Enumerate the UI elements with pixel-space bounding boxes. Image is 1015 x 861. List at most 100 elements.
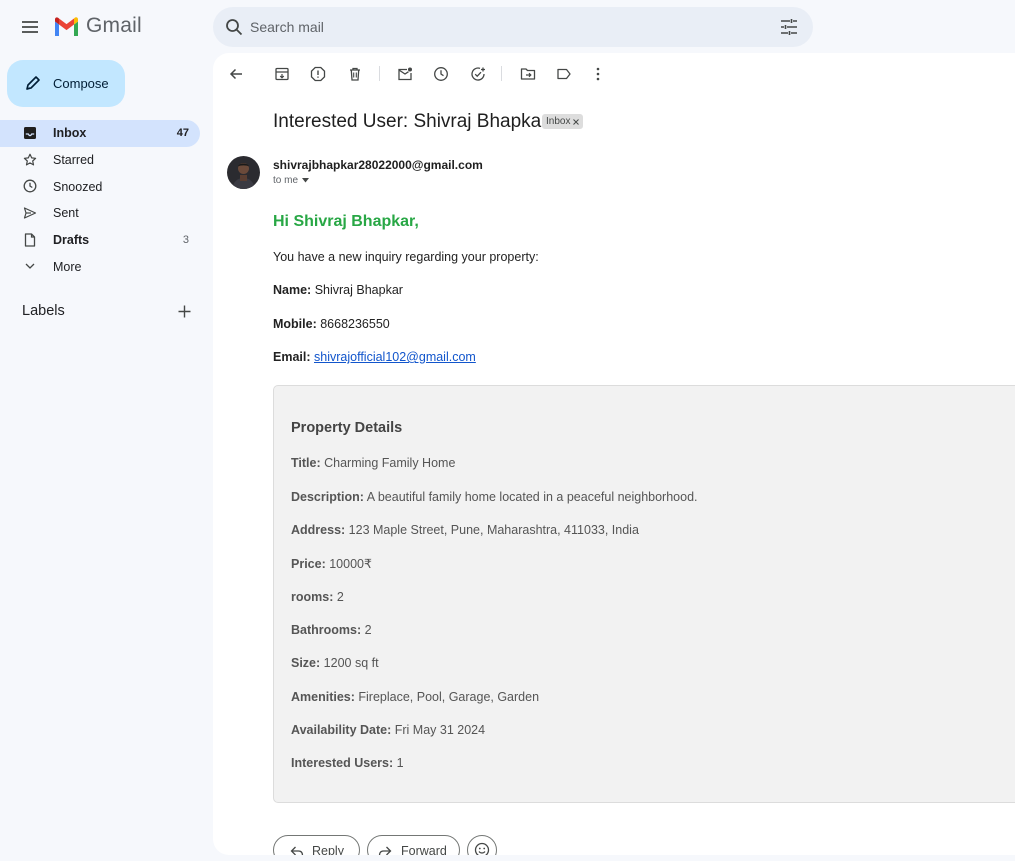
detail-value: 123 Maple Street, Pune, Maharashtra, 411… xyxy=(345,523,639,537)
sidebar-item-label: More xyxy=(53,259,82,274)
inbox-label-chip[interactable]: Inbox xyxy=(542,114,584,129)
detail-value: A beautiful family home located in a pea… xyxy=(363,490,698,504)
detail-label: Interested Users: xyxy=(291,756,394,770)
email-subject: Interested User: Shivraj Bhapkar xyxy=(273,111,548,132)
detail-row-availability: Availability Date: Fri May 31 2024 xyxy=(291,723,485,737)
labels-heading: Labels xyxy=(22,303,65,319)
search-bar[interactable] xyxy=(213,7,813,47)
name-value: Shivraj Bhapkar xyxy=(311,283,403,297)
detail-row-rooms: rooms: 2 xyxy=(291,590,344,604)
detail-label: Availability Date: xyxy=(291,723,392,737)
search-icon[interactable] xyxy=(225,18,243,36)
delete-icon[interactable] xyxy=(347,66,363,82)
reply-button[interactable]: Reply xyxy=(273,835,360,855)
intro-text: You have a new inquiry regarding your pr… xyxy=(273,250,539,264)
archive-icon[interactable] xyxy=(274,66,290,82)
sidebar-item-more[interactable]: More xyxy=(0,253,200,280)
pencil-icon xyxy=(26,76,40,90)
detail-value: 10000₹ xyxy=(325,557,372,571)
recipient-details[interactable]: to me xyxy=(273,175,310,186)
reply-label: Reply xyxy=(312,844,344,855)
sidebar-item-label: Inbox xyxy=(53,126,87,141)
draft-count: 3 xyxy=(182,234,189,247)
gmail-m-icon xyxy=(55,17,78,36)
back-arrow-icon[interactable] xyxy=(228,66,244,82)
sidebar-nav: Inbox 47 Starred Snoozed Sent Drafts 3 M… xyxy=(0,120,200,280)
detail-value: 2 xyxy=(361,623,372,637)
mark-unread-icon[interactable] xyxy=(397,66,413,82)
sidebar-item-label: Sent xyxy=(53,206,79,221)
sidebar-item-starred[interactable]: Starred xyxy=(0,147,200,174)
sender-avatar[interactable] xyxy=(227,156,260,189)
emoji-reaction-button[interactable] xyxy=(467,835,497,855)
gmail-logo[interactable]: Gmail xyxy=(53,14,142,38)
detail-value: 2 xyxy=(333,590,344,604)
toolbar-divider xyxy=(501,66,502,81)
reading-pane: Interested User: Shivraj Bhapkar Inbox s… xyxy=(213,53,1015,855)
compose-button[interactable]: Compose xyxy=(7,60,125,107)
sidebar-item-drafts[interactable]: Drafts 3 xyxy=(0,227,200,254)
search-options-icon[interactable] xyxy=(780,18,798,36)
inbox-chip-label: Inbox xyxy=(546,116,571,127)
star-icon xyxy=(23,153,37,166)
sidebar-item-snoozed[interactable]: Snoozed xyxy=(0,173,200,200)
sidebar-item-label: Drafts xyxy=(53,233,90,248)
email-line: Email: shivrajofficial102@gmail.com xyxy=(273,350,476,364)
detail-row-description: Description: A beautiful family home loc… xyxy=(291,490,698,504)
gmail-logo-text: Gmail xyxy=(86,14,142,37)
main-menu-icon[interactable] xyxy=(20,17,40,37)
move-to-icon[interactable] xyxy=(520,66,536,82)
add-label-icon[interactable] xyxy=(178,305,191,318)
more-vert-icon[interactable] xyxy=(590,66,606,82)
snooze-icon[interactable] xyxy=(433,66,449,82)
forward-icon xyxy=(378,846,392,855)
emoji-icon xyxy=(474,842,490,855)
compose-label: Compose xyxy=(53,76,109,91)
detail-label: rooms: xyxy=(291,590,334,604)
email-link[interactable]: shivrajofficial102@gmail.com xyxy=(314,350,476,364)
detail-label: Amenities: xyxy=(291,690,355,704)
forward-label: Forward xyxy=(401,844,447,855)
chevron-down-icon xyxy=(25,263,35,270)
detail-row-title: Title: Charming Family Home xyxy=(291,456,455,470)
sidebar-item-sent[interactable]: Sent xyxy=(0,200,200,227)
sender-email: shivrajbhapkar28022000@gmail.com xyxy=(273,158,483,172)
detail-label: Bathrooms: xyxy=(291,623,362,637)
detail-label: Address: xyxy=(291,523,346,537)
detail-value: Fri May 31 2024 xyxy=(391,723,486,737)
detail-label: Title: xyxy=(291,456,321,470)
detail-label: Price: xyxy=(291,557,326,571)
sidebar-item-label: Starred xyxy=(53,153,94,168)
detail-value: 1 xyxy=(393,756,404,770)
label-icon[interactable] xyxy=(556,66,572,82)
draft-icon xyxy=(24,233,36,247)
property-details-box: Property Details Title: Charming Family … xyxy=(273,385,1015,803)
sidebar-item-label: Snoozed xyxy=(53,179,103,194)
add-to-tasks-icon[interactable] xyxy=(470,66,486,82)
sidebar-item-inbox[interactable]: Inbox 47 xyxy=(0,120,200,147)
detail-row-address: Address: 123 Maple Street, Pune, Maharas… xyxy=(291,523,639,537)
search-input[interactable] xyxy=(250,7,770,47)
detail-row-size: Size: 1200 sq ft xyxy=(291,656,379,670)
detail-label: Size: xyxy=(291,656,321,670)
detail-row-amenities: Amenities: Fireplace, Pool, Garage, Gard… xyxy=(291,690,539,704)
detail-row-price: Price: 10000₹ xyxy=(291,556,372,571)
caret-down-icon xyxy=(302,178,310,183)
inbox-icon xyxy=(24,127,36,139)
name-line: Name: Shivraj Bhapkar xyxy=(273,283,403,297)
detail-value: 1200 sq ft xyxy=(320,656,379,670)
forward-button[interactable]: Forward xyxy=(367,835,460,855)
unread-count: 47 xyxy=(176,127,189,140)
mobile-label: Mobile: xyxy=(273,317,317,331)
email-label: Email: xyxy=(273,350,311,364)
detail-row-interested-users: Interested Users: 1 xyxy=(291,756,404,770)
detail-value: Charming Family Home xyxy=(320,456,456,470)
report-spam-icon[interactable] xyxy=(310,66,326,82)
send-icon xyxy=(23,207,37,219)
reply-icon xyxy=(290,846,304,855)
property-details-title: Property Details xyxy=(291,420,403,436)
detail-value: Fireplace, Pool, Garage, Garden xyxy=(354,690,540,704)
mobile-line: Mobile: 8668236550 xyxy=(273,317,390,331)
recipient-label: to me xyxy=(273,175,299,186)
close-icon[interactable] xyxy=(573,118,580,125)
